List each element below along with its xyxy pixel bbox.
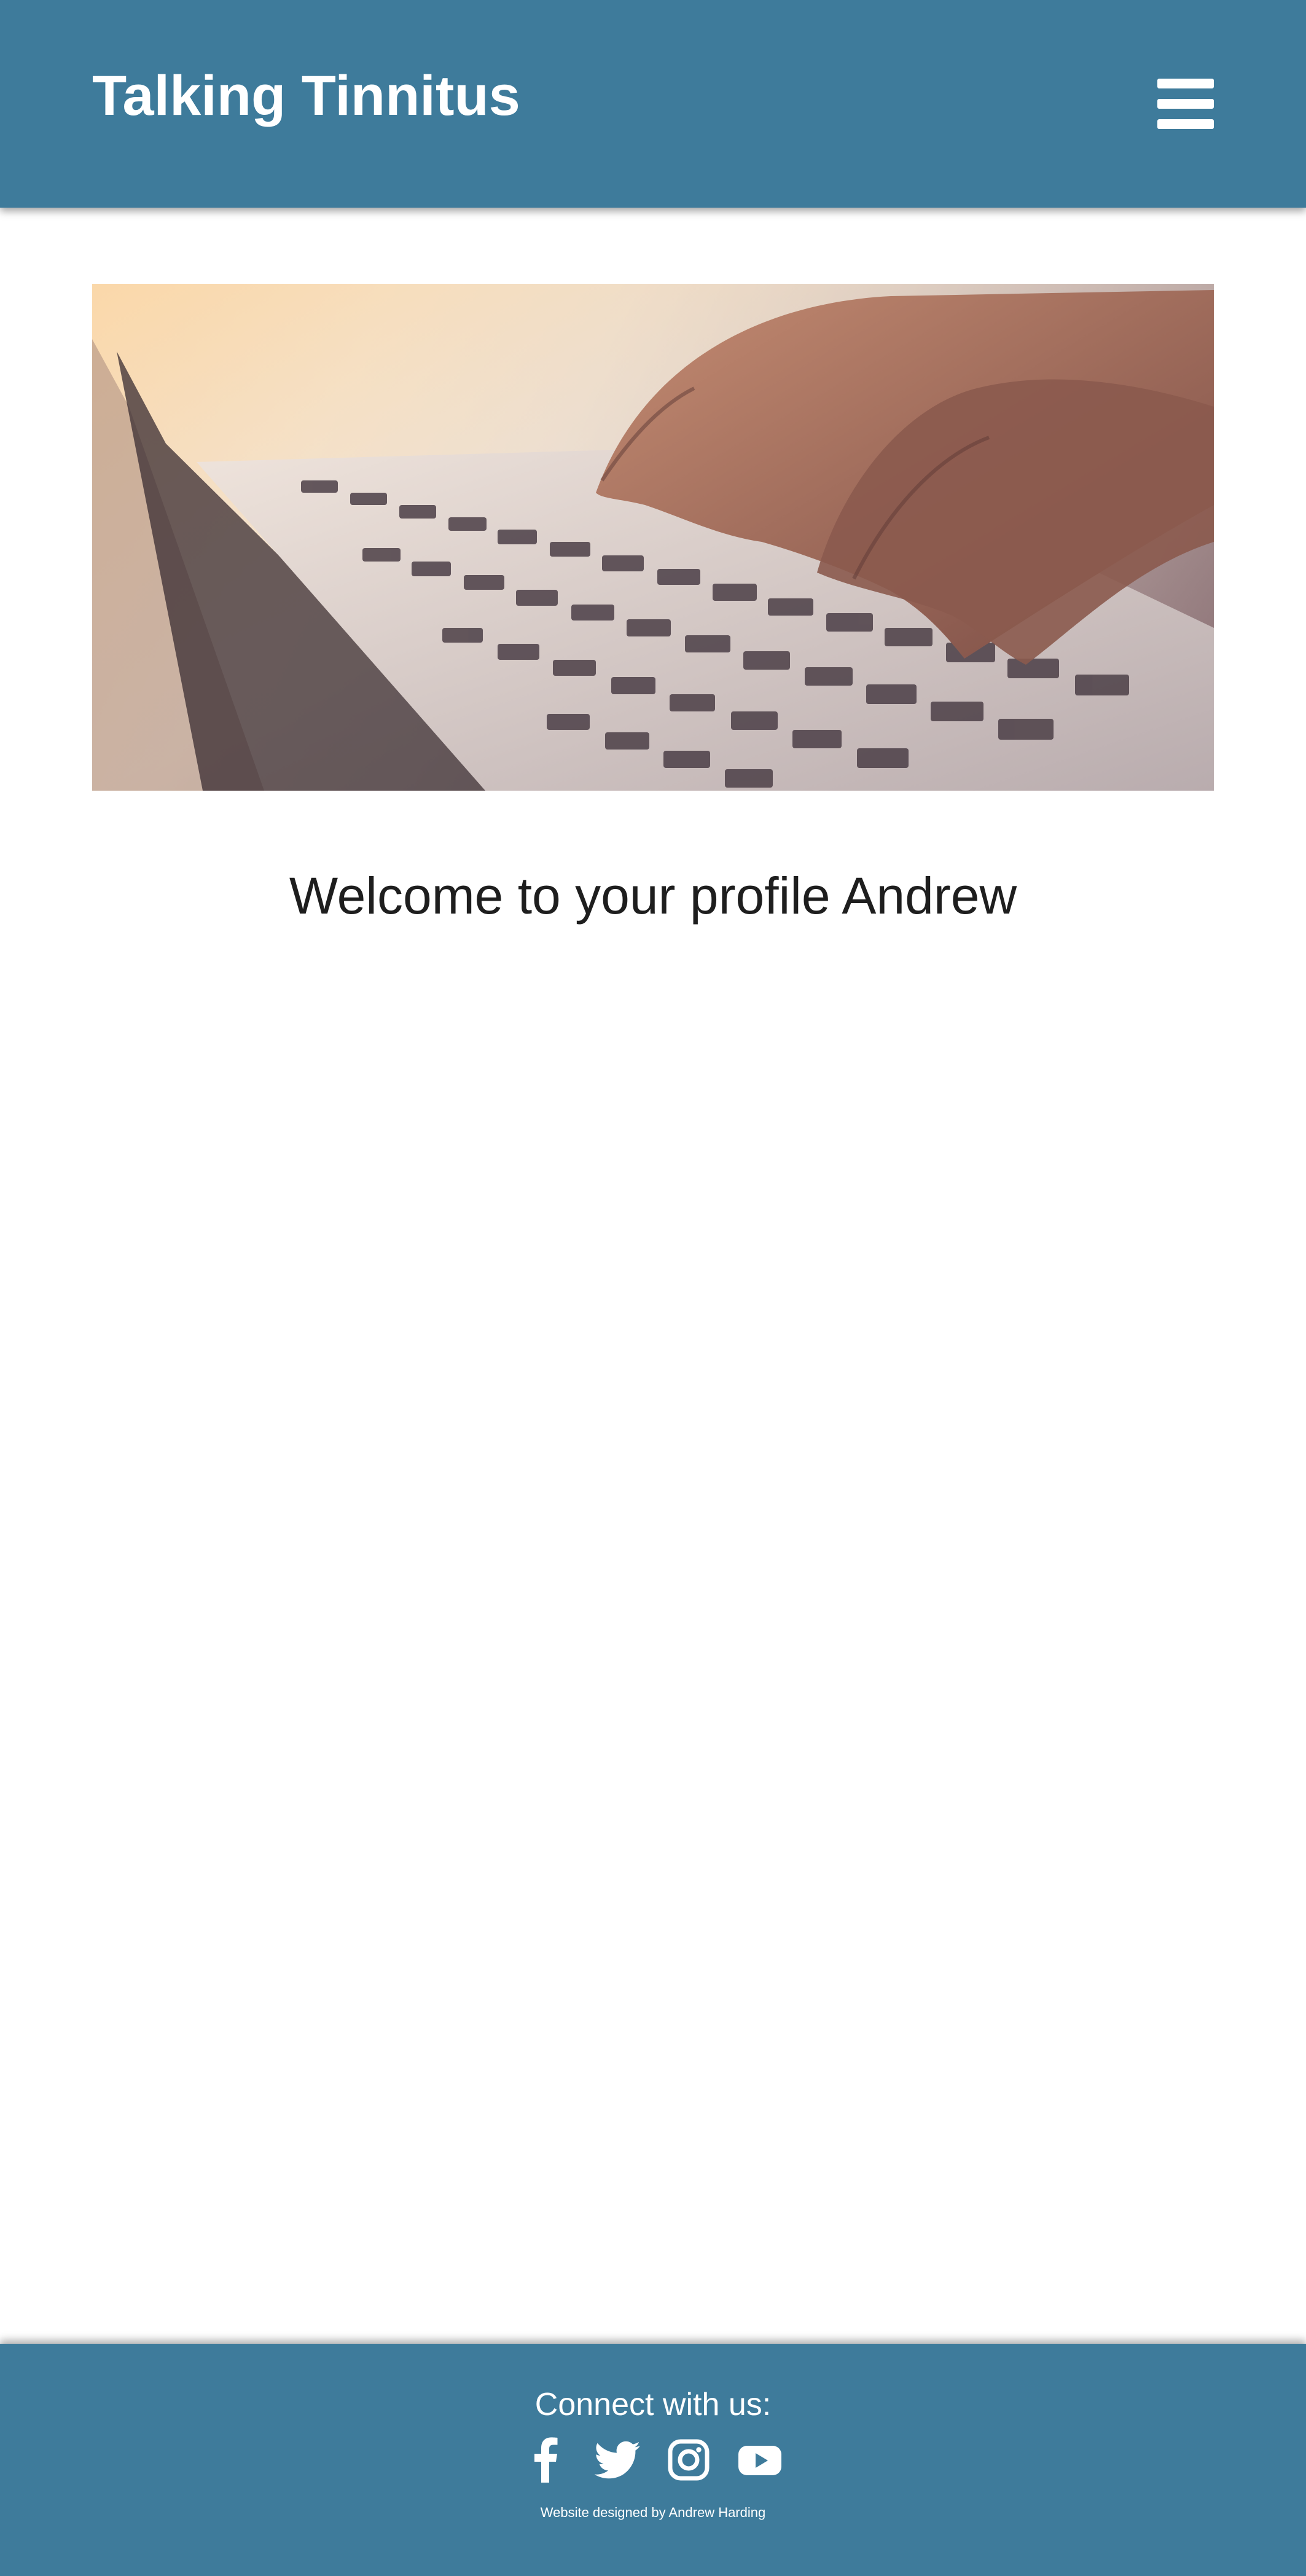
facebook-icon[interactable] <box>523 2437 569 2483</box>
hero-image <box>92 284 1214 791</box>
page: Talking Tinnitus Welcome to your profile… <box>0 0 1306 2576</box>
youtube-icon[interactable] <box>737 2437 783 2483</box>
instagram-icon[interactable] <box>666 2437 711 2483</box>
site-header: Talking Tinnitus <box>0 0 1306 208</box>
welcome-heading: Welcome to your profile Andrew <box>289 867 1017 925</box>
connect-label: Connect with us: <box>534 2387 772 2422</box>
hamburger-menu-icon[interactable] <box>1157 79 1214 129</box>
menu-bar-middle <box>1157 99 1214 109</box>
social-links <box>0 2437 1306 2483</box>
designer-credit: Website designed by Andrew Harding <box>540 2505 766 2520</box>
laptop-typing-illustration <box>92 284 1214 791</box>
menu-bar-top <box>1157 79 1214 88</box>
site-title[interactable]: Talking Tinnitus <box>92 68 520 124</box>
site-footer: Connect with us: Website designed by And… <box>0 2344 1306 2576</box>
menu-bar-bottom <box>1157 119 1214 129</box>
twitter-icon[interactable] <box>595 2437 640 2483</box>
